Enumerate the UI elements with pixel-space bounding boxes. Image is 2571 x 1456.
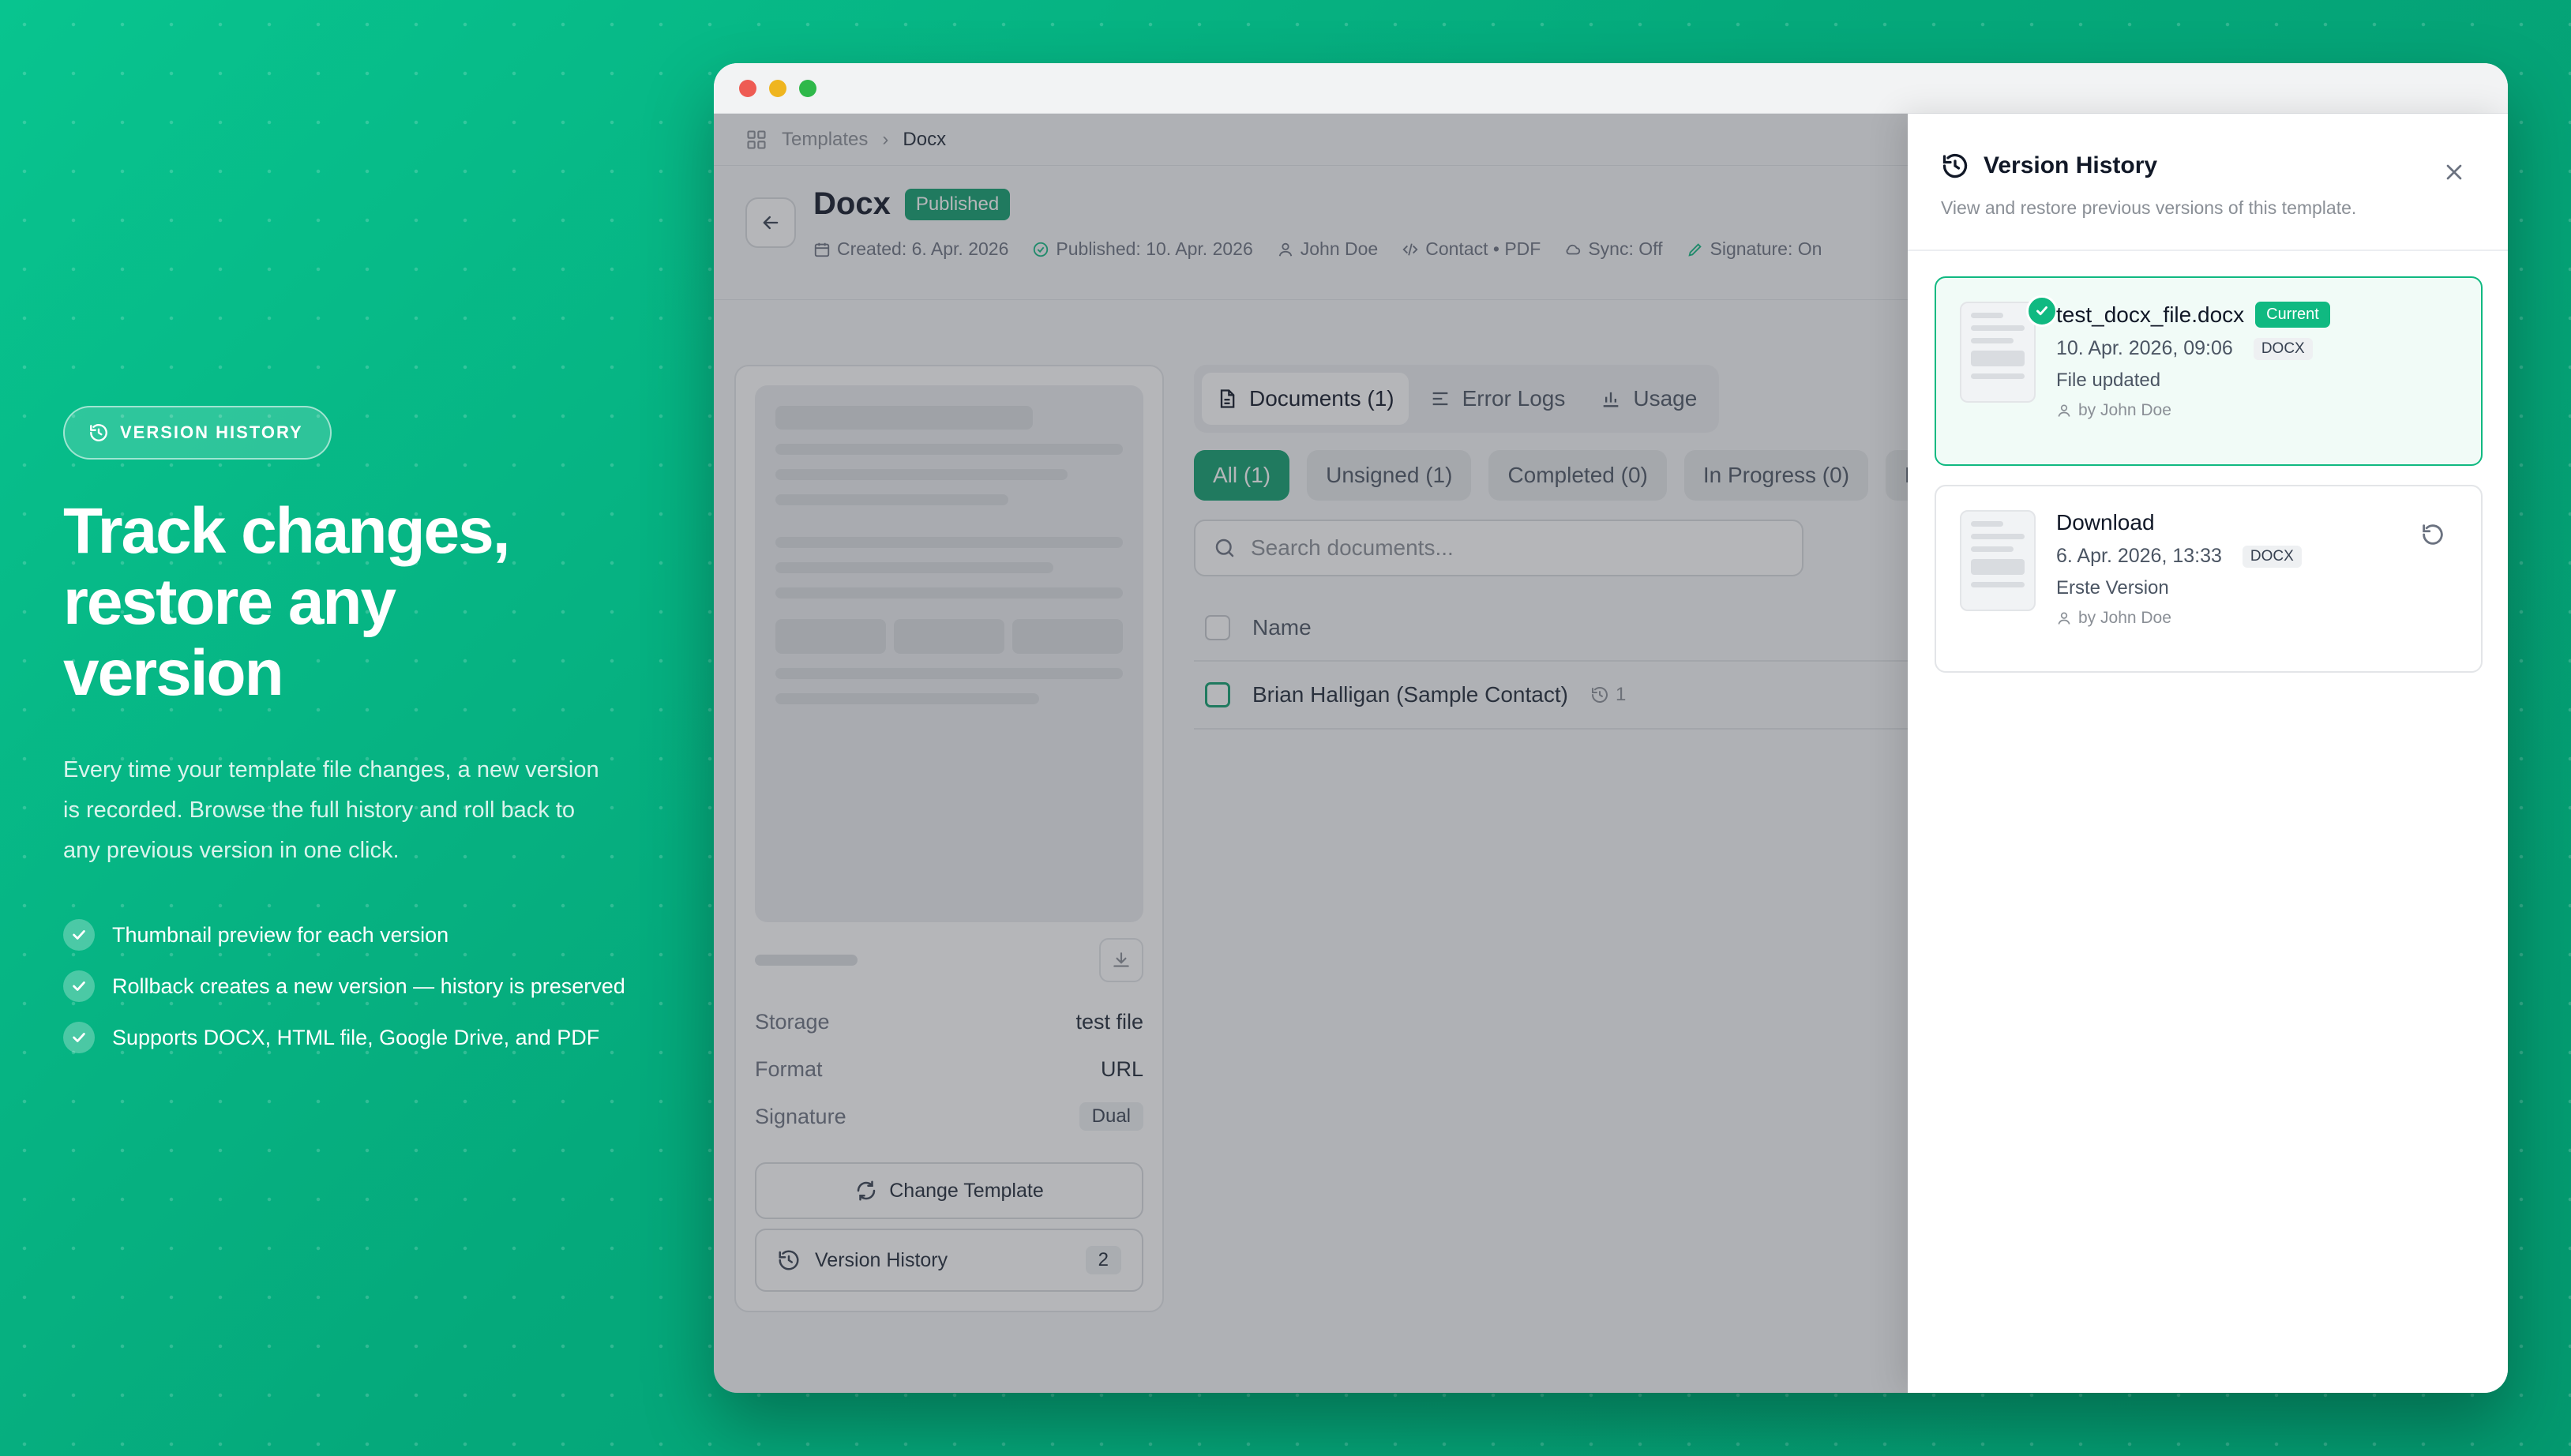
version-author: by John Doe	[2056, 609, 2302, 628]
current-badge: Current	[2255, 302, 2330, 328]
feature-text: Supports DOCX, HTML file, Google Drive, …	[112, 1025, 600, 1049]
feature-text: Thumbnail preview for each version	[112, 922, 449, 947]
maximize-window-button[interactable]	[799, 79, 816, 97]
check-icon	[2026, 295, 2058, 327]
user-icon	[2058, 612, 2070, 625]
version-note: Erste Version	[2056, 577, 2169, 599]
panel-title-text: Version History	[1984, 152, 2158, 178]
hero-section: VERSION HISTORY Track changes, restore a…	[63, 406, 663, 1072]
feature-pill-label: VERSION HISTORY	[120, 422, 303, 442]
history-icon	[1942, 153, 1968, 178]
hero-description: Every time your template file changes, a…	[63, 757, 599, 863]
version-name: test_docx_file.docx	[2056, 302, 2245, 327]
version-date-row: 10. Apr. 2026, 09:06 DOCX	[2056, 337, 2330, 360]
panel-title: Version History	[1941, 152, 2508, 180]
version-thumbnail	[1960, 510, 2036, 611]
hero-title-line: restore any	[63, 566, 396, 638]
history-icon	[90, 424, 107, 441]
version-history-panel: Version History View and restore previou…	[1908, 114, 2508, 1393]
version-date-row: 6. Apr. 2026, 13:33 DOCX	[2056, 545, 2302, 568]
panel-subtitle: View and restore previous versions of th…	[1941, 197, 2357, 218]
app-window: Templates › Docx Docx Published Created:…	[714, 63, 2508, 1393]
version-date: 10. Apr. 2026, 09:06	[2056, 337, 2233, 359]
version-info: test_docx_file.docx Current 10. Apr. 202…	[2056, 302, 2330, 420]
hero-title-line: Track changes,	[63, 495, 511, 567]
version-author-text: by John Doe	[2078, 401, 2171, 419]
version-name-row: Download	[2056, 510, 2302, 535]
close-icon[interactable]	[2442, 159, 2467, 185]
version-name-row: test_docx_file.docx Current	[2056, 302, 2330, 328]
version-card[interactable]: Download 6. Apr. 2026, 13:33 DOCX Erste …	[1935, 485, 2483, 673]
file-type-badge: DOCX	[2253, 337, 2313, 360]
version-author-text: by John Doe	[2078, 609, 2171, 627]
hero-title-line: version	[63, 637, 284, 709]
file-type-badge: DOCX	[2242, 545, 2302, 568]
version-card-current[interactable]: test_docx_file.docx Current 10. Apr. 202…	[1935, 276, 2483, 466]
feature-text: Rollback creates a new version — history…	[112, 974, 625, 998]
version-author: by John Doe	[2056, 401, 2330, 420]
check-icon	[63, 919, 95, 951]
check-icon	[63, 1022, 95, 1053]
hero-title: Track changes, restore any version	[63, 496, 663, 709]
version-name: Download	[2056, 510, 2155, 535]
window-titlebar	[714, 63, 2508, 114]
panel-header: Version History View and restore previou…	[1908, 114, 2508, 251]
user-icon	[2058, 404, 2070, 417]
close-window-button[interactable]	[739, 79, 756, 97]
modal-backdrop[interactable]	[714, 114, 1908, 1393]
check-icon	[63, 970, 95, 1002]
feature-pill: VERSION HISTORY	[63, 406, 332, 460]
feature-item: Rollback creates a new version — history…	[63, 970, 663, 1003]
version-thumbnail	[1960, 302, 2036, 403]
minimize-window-button[interactable]	[769, 79, 786, 97]
version-info: Download 6. Apr. 2026, 13:33 DOCX Erste …	[2056, 510, 2302, 628]
feature-list: Thumbnail preview for each version Rollb…	[63, 918, 663, 1054]
feature-item: Supports DOCX, HTML file, Google Drive, …	[63, 1021, 663, 1054]
version-date: 6. Apr. 2026, 13:33	[2056, 545, 2222, 567]
version-note: File updated	[2056, 370, 2161, 391]
feature-item: Thumbnail preview for each version	[63, 918, 663, 951]
restore-icon[interactable]	[2419, 521, 2446, 548]
